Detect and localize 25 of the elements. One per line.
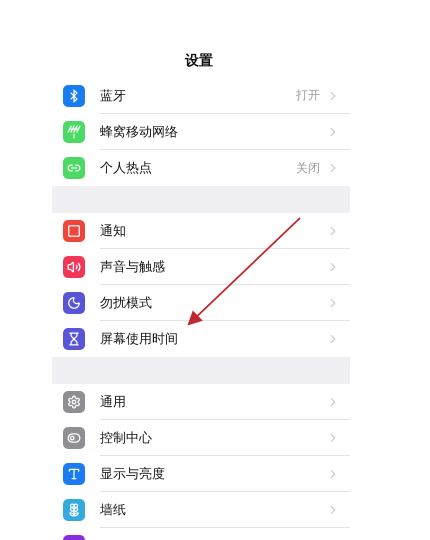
settings-row[interactable]: 声音与触感: [52, 249, 350, 285]
settings-row[interactable]: 墙纸: [52, 492, 350, 528]
settings-row[interactable]: 控制中心: [52, 420, 350, 456]
settings-row[interactable]: 个人热点 关闭: [52, 150, 350, 186]
settings-row[interactable]: 勿扰模式: [52, 285, 350, 321]
row-label: 通用: [100, 394, 127, 410]
row-label: 控制中心: [100, 430, 153, 446]
row-value: 关闭: [296, 160, 320, 176]
row-label: 显示与亮度: [100, 466, 166, 482]
row-label: 声音与触感: [100, 258, 166, 276]
settings-row[interactable]: 通用: [52, 384, 350, 420]
settings-row[interactable]: 蓝牙 打开: [52, 78, 350, 114]
row-label: 勿扰模式: [100, 294, 153, 312]
row-value: 打开: [296, 87, 320, 104]
row-label: 蜂窝移动网络: [100, 124, 179, 140]
row-label: 个人热点: [100, 160, 153, 177]
row-label: 屏幕使用时间: [100, 331, 179, 348]
row-label: 墙纸: [100, 502, 127, 518]
settings-row[interactable]: 蜂窝移动网络: [52, 114, 350, 150]
screen-title: 设置: [185, 52, 213, 70]
settings-row[interactable]: 屏幕使用时间: [52, 321, 350, 357]
row-label: 通知: [100, 222, 127, 240]
row-label: 蓝牙: [100, 88, 127, 104]
settings-row[interactable]: 通知: [52, 213, 350, 249]
settings-row[interactable]: 显示与亮度: [52, 456, 350, 492]
